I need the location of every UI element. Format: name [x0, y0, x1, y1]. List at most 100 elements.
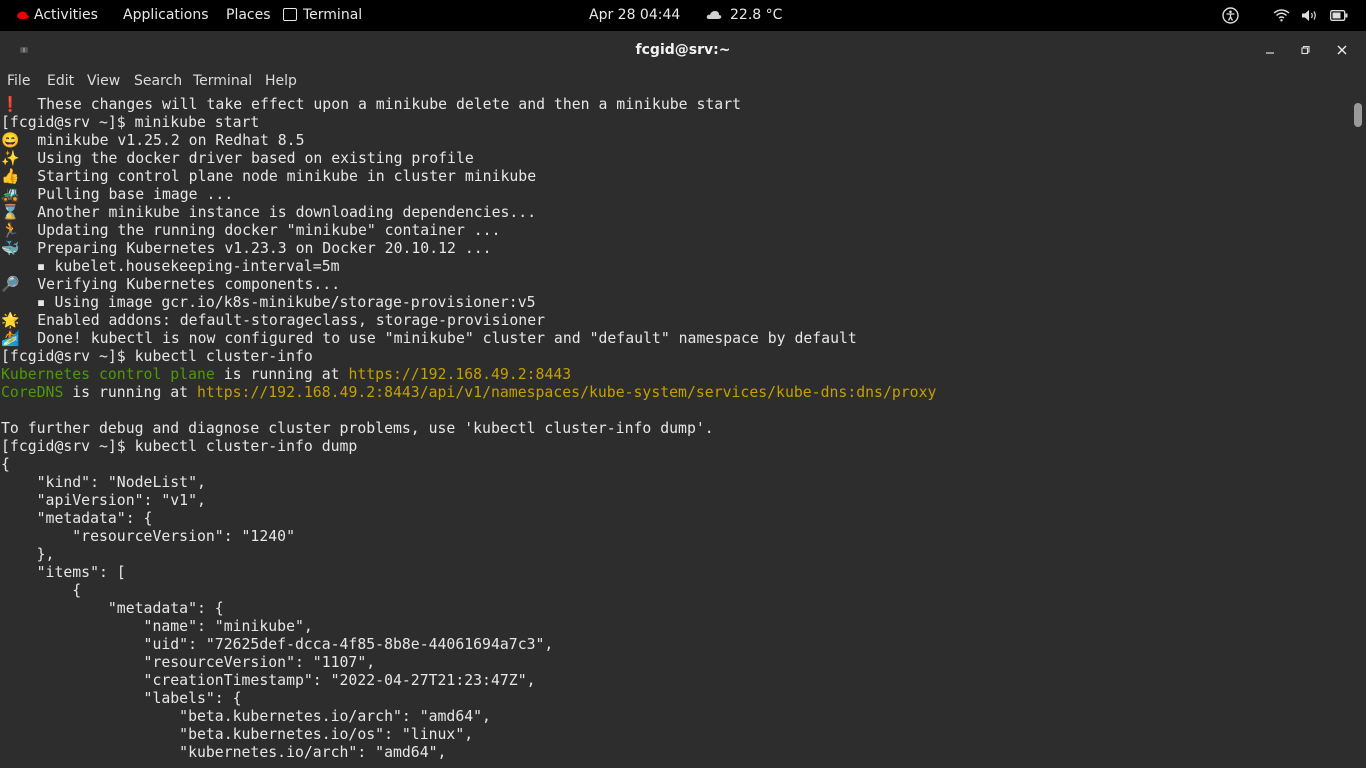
terminal-window: fcgid@srv:~ File Edit View Search Termin…	[0, 31, 1366, 768]
menu-file[interactable]: File	[7, 73, 30, 89]
menu-bar: File Edit View Search Terminal Help	[0, 69, 1366, 95]
terminal-text: ✨ Using the docker driver based on exist…	[1, 150, 474, 167]
weather-label: 22.8 °C	[730, 7, 783, 23]
terminal-text: 😄 minikube v1.25.2 on Redhat 8.5	[1, 132, 305, 149]
title-bar: fcgid@srv:~	[0, 31, 1366, 69]
wifi-icon[interactable]	[1273, 9, 1290, 22]
battery-icon[interactable]	[1330, 10, 1348, 21]
terminal-line: CoreDNS is running at https://192.168.49…	[1, 384, 1346, 402]
terminal-line: [fcgid@srv ~]$ minikube start	[1, 114, 1346, 132]
terminal-text: [fcgid@srv ~]$ minikube start	[1, 114, 260, 131]
terminal-line: 😄 minikube v1.25.2 on Redhat 8.5	[1, 132, 1346, 150]
terminal-line: 🐳 Preparing Kubernetes v1.23.3 on Docker…	[1, 240, 1346, 258]
terminal-line: 🏄 Done! kubectl is now configured to use…	[1, 330, 1346, 348]
activities-button[interactable]: Activities	[16, 0, 98, 31]
terminal-line: Kubernetes control plane is running at h…	[1, 366, 1346, 384]
terminal-text: ▪ kubelet.housekeeping-interval=5m	[1, 258, 340, 275]
terminal-line: "items": [	[1, 564, 1346, 582]
terminal-line: {	[1, 456, 1346, 474]
terminal-text: https://192.168.49.2:8443	[348, 366, 572, 383]
terminal-line: {	[1, 582, 1346, 600]
terminal-text: "metadata": {	[1, 600, 224, 617]
terminal-text: 🚜 Pulling base image ...	[1, 186, 234, 203]
terminal-line: "metadata": {	[1, 510, 1346, 528]
terminal-text: "resourceVersion": "1107",	[1, 654, 376, 671]
terminal-line: "kind": "NodeList",	[1, 474, 1346, 492]
places-menu[interactable]: Places	[226, 0, 271, 31]
menu-terminal[interactable]: Terminal	[193, 73, 252, 89]
menu-edit[interactable]: Edit	[47, 73, 74, 89]
terminal-text: 🏄 Done! kubectl is now configured to use…	[1, 330, 857, 347]
accessibility-icon[interactable]	[1222, 7, 1239, 24]
terminal-text: "creationTimestamp": "2022-04-27T21:23:4…	[1, 672, 536, 689]
terminal-text: To further debug and diagnose cluster pr…	[1, 420, 714, 437]
terminal-line: 🚜 Pulling base image ...	[1, 186, 1346, 204]
terminal-line: "resourceVersion": "1107",	[1, 654, 1346, 672]
terminal-text: ▪ Using image gcr.io/k8s-minikube/storag…	[1, 294, 536, 311]
applications-menu[interactable]: Applications	[123, 0, 209, 31]
top-bar: Activities Applications Places Terminal …	[0, 0, 1366, 31]
terminal-line: "metadata": {	[1, 600, 1346, 618]
menu-search[interactable]: Search	[134, 73, 182, 89]
terminal-app-menu[interactable]: Terminal	[283, 0, 362, 31]
terminal-text: https://192.168.49.2:8443/api/v1/namespa…	[197, 384, 937, 401]
terminal-text: "items": [	[1, 564, 126, 581]
terminal-text: 🐳 Preparing Kubernetes v1.23.3 on Docker…	[1, 240, 492, 257]
terminal-text: {	[1, 582, 82, 599]
terminal-output[interactable]: ❗ These changes will take effect upon a …	[1, 96, 1346, 768]
terminal-text: 🏃 Updating the running docker "minikube"…	[1, 222, 501, 239]
close-button[interactable]	[1331, 39, 1353, 61]
terminal-text: "kind": "NodeList",	[1, 474, 206, 491]
terminal-line: "labels": {	[1, 690, 1346, 708]
terminal-text: "name": "minikube",	[1, 618, 313, 635]
clock[interactable]: Apr 28 04:44	[589, 0, 680, 31]
terminal-line: To further debug and diagnose cluster pr…	[1, 420, 1346, 438]
terminal-text: },	[1, 546, 55, 563]
terminal-line: [fcgid@srv ~]$ kubectl cluster-info dump	[1, 438, 1346, 456]
terminal-line: [fcgid@srv ~]$ kubectl cluster-info	[1, 348, 1346, 366]
terminal-line: "creationTimestamp": "2022-04-27T21:23:4…	[1, 672, 1346, 690]
terminal-app-label: Terminal	[303, 7, 363, 23]
terminal-text: "apiVersion": "v1",	[1, 492, 206, 509]
terminal-text: "uid": "72625def-dcca-4f85-8b8e-44061694…	[1, 636, 554, 653]
terminal-line: ▪ kubelet.housekeeping-interval=5m	[1, 258, 1346, 276]
weather-indicator[interactable]: 22.8 °C	[706, 0, 782, 31]
terminal-text: "beta.kubernetes.io/os": "linux",	[1, 726, 474, 743]
terminal-line: "resourceVersion": "1240"	[1, 528, 1346, 546]
terminal-line: "beta.kubernetes.io/arch": "amd64",	[1, 708, 1346, 726]
restore-icon	[1301, 45, 1310, 55]
terminal-line: "name": "minikube",	[1, 618, 1346, 636]
terminal-line: ⌛ Another minikube instance is downloadi…	[1, 204, 1346, 222]
minimize-button[interactable]	[1259, 39, 1281, 61]
terminal-text: [fcgid@srv ~]$ kubectl cluster-info	[1, 348, 313, 365]
terminal-line: ✨ Using the docker driver based on exist…	[1, 150, 1346, 168]
terminal-line: ▪ Using image gcr.io/k8s-minikube/storag…	[1, 294, 1346, 312]
terminal-line: "uid": "72625def-dcca-4f85-8b8e-44061694…	[1, 636, 1346, 654]
terminal-line: "kubernetes.io/arch": "amd64",	[1, 744, 1346, 762]
terminal-text: is running at	[214, 366, 349, 383]
activities-label: Activities	[34, 7, 98, 23]
terminal-icon	[283, 8, 297, 21]
minimize-icon	[1266, 52, 1274, 54]
terminal-text: 🌟 Enabled addons: default-storageclass, …	[1, 312, 546, 329]
redhat-logo-icon	[17, 11, 29, 19]
terminal-line: 🌟 Enabled addons: default-storageclass, …	[1, 312, 1346, 330]
terminal-line: },	[1, 546, 1346, 564]
terminal-text: "beta.kubernetes.io/arch": "amd64",	[1, 708, 491, 725]
maximize-button[interactable]	[1294, 39, 1316, 61]
volume-icon[interactable]	[1301, 9, 1319, 22]
terminal-line: 👍 Starting control plane node minikube i…	[1, 168, 1346, 186]
terminal-text: 👍 Starting control plane node minikube i…	[1, 168, 537, 185]
terminal-text: CoreDNS	[1, 384, 64, 401]
terminal-text: 🔎 Verifying Kubernetes components...	[1, 276, 341, 293]
cloud-icon	[706, 11, 722, 19]
terminal-line: 🔎 Verifying Kubernetes components...	[1, 276, 1346, 294]
scrollbar-thumb[interactable]	[1354, 103, 1362, 127]
menu-view[interactable]: View	[87, 73, 120, 89]
terminal-text: Kubernetes control plane	[1, 366, 215, 383]
terminal-text: ⌛ Another minikube instance is downloadi…	[1, 204, 537, 221]
menu-help[interactable]: Help	[265, 73, 297, 89]
terminal-text: [fcgid@srv ~]$ kubectl cluster-info dump	[1, 438, 358, 455]
terminal-text: "metadata": {	[1, 510, 153, 527]
